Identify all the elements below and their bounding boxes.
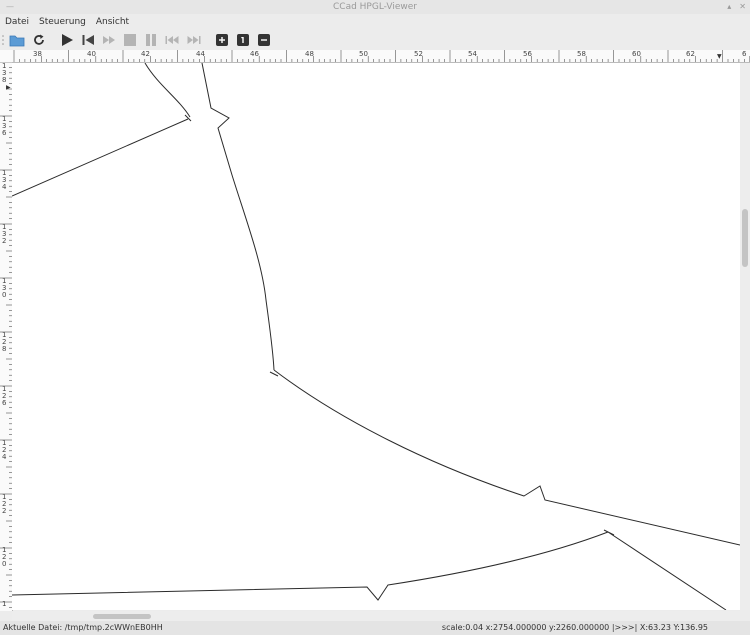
open-folder-icon[interactable] [9,32,25,48]
h-ruler-label: 58 [577,50,586,58]
menu-datei[interactable]: Datei [0,14,34,30]
h-ruler-label: 38 [33,50,42,58]
h-ruler-label: 44 [196,50,205,58]
toolbar [0,30,750,50]
h-ruler-label: 54 [468,50,477,58]
window-title: CCad HPGL-Viewer [333,2,417,12]
reload-icon[interactable] [31,32,47,48]
vertical-scrollbar-thumb[interactable] [742,209,748,267]
title-bar: — CCad HPGL-Viewer ▴ ✕ [0,0,750,14]
v-ruler-label: 4 [2,453,7,461]
h-ruler-label: 56 [523,50,532,58]
h-ruler-label: 42 [141,50,150,58]
h-ruler-cursor-marker-icon: ▼ [717,53,722,60]
v-ruler-label: 4 [2,183,7,191]
window-controls: ▴ ✕ [727,2,746,11]
v-ruler-label: 2 [2,507,7,515]
zoom-in-icon[interactable] [214,32,230,48]
scale-coordinates-info: scale:0.04 x:2754.000000 y:2260.000000 |… [441,623,708,632]
h-ruler-label: 48 [305,50,314,58]
close-icon[interactable]: ✕ [739,2,746,11]
menu-ansicht[interactable]: Ansicht [91,14,134,30]
skip-back-icon[interactable] [80,32,96,48]
play-icon[interactable] [59,32,75,48]
fast-forward-icon [101,32,117,48]
v-ruler-label: 1 [2,600,7,608]
v-ruler-label: 6 [2,399,7,407]
toolbar-grip-icon [0,32,6,48]
rewind-icon [164,32,180,48]
pause-icon [143,32,159,48]
current-file-label: Aktuelle Datei: /tmp/tmp.2cWWnEB0HH [3,623,163,632]
zoom-out-icon[interactable] [256,32,272,48]
menu-steuerung[interactable]: Steuerung [34,14,91,30]
v-ruler-label: 2 [2,237,7,245]
h-ruler-label: 50 [359,50,368,58]
h-ruler-label: 60 [632,50,641,58]
v-ruler-label: 6 [2,129,7,137]
skip-forward-icon [186,32,202,48]
plot-line [273,369,740,546]
plot-line [144,63,191,118]
vertical-scrollbar[interactable] [740,63,750,610]
v-ruler-cursor-marker-icon: ▶ [6,84,11,91]
hpgl-drawing [12,63,740,610]
h-ruler-label: 52 [414,50,423,58]
h-ruler-label: 40 [87,50,96,58]
v-ruler-label: 8 [2,76,7,84]
h-ruler-label: 46 [250,50,259,58]
plot-line [201,63,279,377]
minimize-icon[interactable]: ▴ [727,2,731,11]
v-ruler-label: 8 [2,345,7,353]
menu-bar: Datei Steuerung Ansicht [0,14,750,30]
horizontal-scrollbar-thumb[interactable] [93,614,151,619]
h-ruler-label: 6 [742,50,747,58]
v-ruler-label: 0 [2,560,7,568]
stop-icon [122,32,138,48]
plot-line [12,529,727,610]
drawing-canvas[interactable] [12,63,740,610]
h-ruler-label: 62 [686,50,695,58]
zoom-reset-icon[interactable] [235,32,251,48]
v-ruler-label: 0 [2,291,7,299]
plot-line [12,114,192,197]
horizontal-ruler: 38 40 42 44 46 48 50 52 54 56 58 60 62 6… [0,50,750,63]
status-bar: Aktuelle Datei: /tmp/tmp.2cWWnEB0HH scal… [0,621,750,635]
